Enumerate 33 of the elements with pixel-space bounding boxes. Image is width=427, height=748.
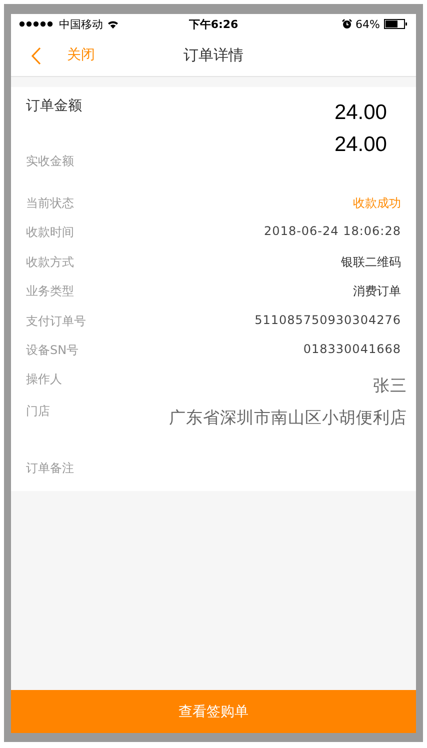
detail-label: 收款时间 xyxy=(26,224,74,242)
detail-value: 银联二维码 xyxy=(341,254,401,271)
battery-icon xyxy=(384,19,408,29)
detail-label: 业务类型 xyxy=(26,283,74,300)
chevron-icon xyxy=(31,47,41,65)
close-button[interactable]: 关闭 xyxy=(67,46,95,64)
amount-label: 实收金额 xyxy=(26,153,74,170)
amount-value: 24.00 xyxy=(334,100,388,125)
battery-percent: 64% xyxy=(356,18,380,30)
back-button[interactable] xyxy=(31,45,41,65)
detail-value: 2018-06-24 18:06:28 xyxy=(264,224,401,238)
carrier-name: 中国移动 xyxy=(59,16,103,32)
detail-label: 当前状态 xyxy=(26,195,74,212)
detail-label: 门店 xyxy=(26,403,50,420)
detail-value: 018330041668 xyxy=(303,342,401,356)
view-receipt-button[interactable]: 查看签购单 xyxy=(11,690,416,733)
page-title: 订单详情 xyxy=(184,46,244,64)
detail-value: 张三 xyxy=(373,375,407,398)
amount-label: 订单金额 xyxy=(26,97,82,115)
detail-value: 消费订单 xyxy=(353,283,401,300)
wifi-icon xyxy=(107,20,119,28)
detail-label: 操作人 xyxy=(26,371,62,388)
detail-label: 设备SN号 xyxy=(26,342,79,359)
detail-value: 收款成功 xyxy=(353,195,401,212)
detail-label: 支付订单号 xyxy=(26,312,86,330)
signal-icon xyxy=(19,21,55,27)
alarm-icon xyxy=(342,19,352,29)
detail-label: 收款方式 xyxy=(26,254,74,271)
amount-value: 24.00 xyxy=(334,133,388,157)
status-time: 下午6:26 xyxy=(188,16,238,32)
detail-value: 511085750930304276 xyxy=(254,312,401,327)
remark-label: 订单备注 xyxy=(26,461,74,476)
detail-value: 广东省深圳市南山区小胡便利店 xyxy=(169,407,407,430)
